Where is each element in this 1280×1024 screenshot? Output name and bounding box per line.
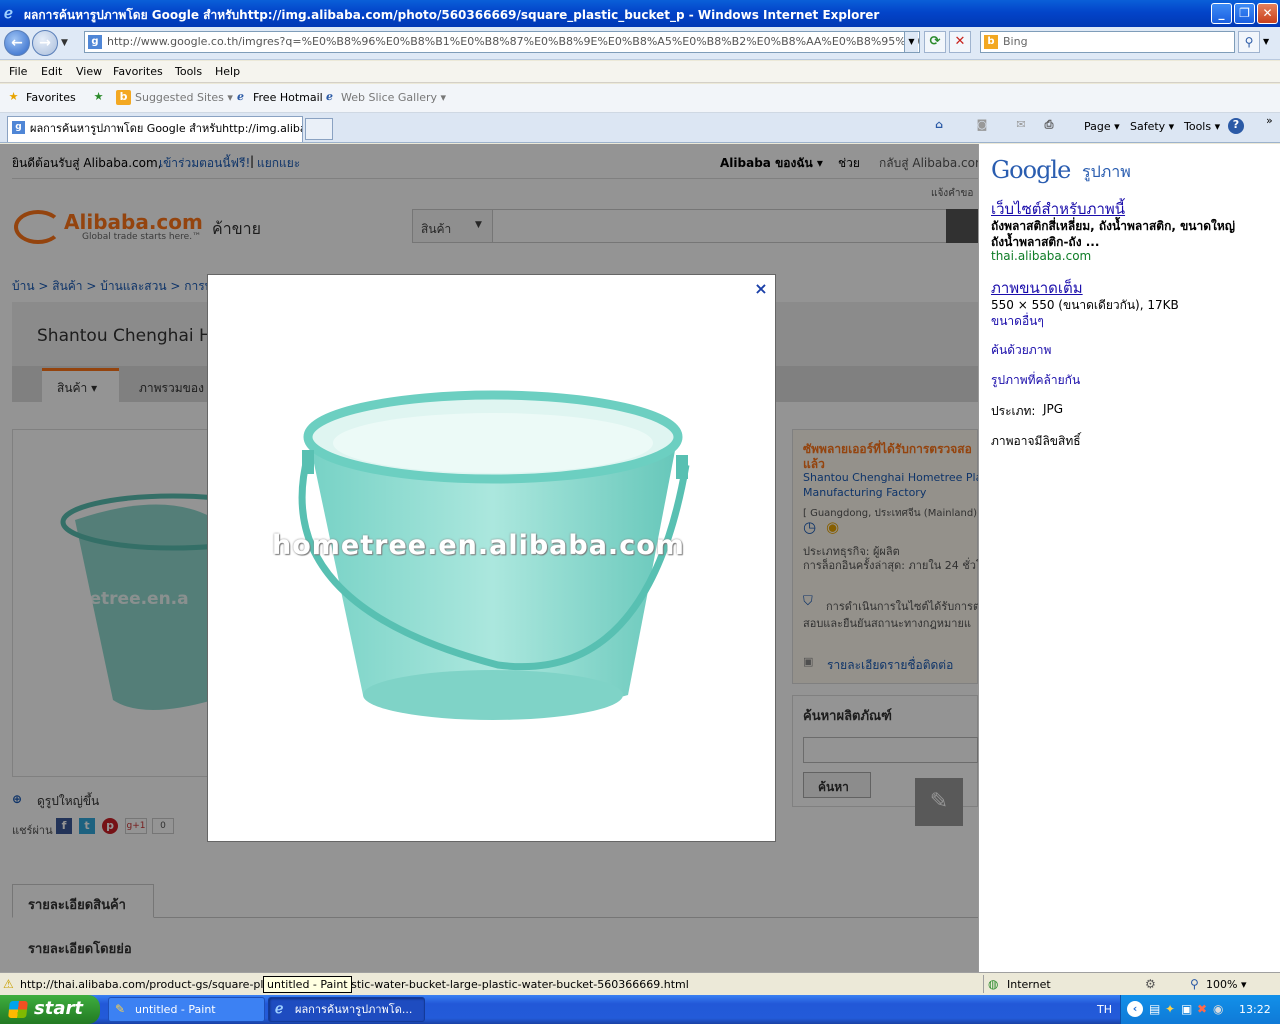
menu-help[interactable]: Help <box>215 65 240 78</box>
windows-flag-icon <box>8 1001 28 1018</box>
security-alert-icon[interactable]: ✖ <box>1197 1002 1207 1016</box>
google-image-details-panel: Google รูปภาพ เว็บไซต์สำหรับภาพนี้ ถังพล… <box>978 144 1280 972</box>
messenger-icon[interactable]: ◉ <box>1213 1002 1223 1016</box>
window-title: ผลการค้นหารูปภาพโดย Google สำหรับhttp://… <box>24 8 880 22</box>
status-url: http://thai.alibaba.com/product-gs/squar… <box>20 978 689 991</box>
favorites-button[interactable]: Favorites <box>26 91 76 104</box>
similar-images-link[interactable]: รูปภาพที่คล้ายกัน <box>991 371 1080 390</box>
recent-pages-dropdown-icon[interactable]: ▼ <box>61 38 68 48</box>
ie-logo-icon: ℯ <box>4 4 13 22</box>
input-language[interactable]: TH <box>1097 1003 1112 1016</box>
internet-zone-icon: ◍ <box>988 977 999 991</box>
feeds-icon[interactable]: ◙ <box>974 118 990 134</box>
status-bar: ⚠ http://thai.alibaba.com/product-gs/squ… <box>0 972 1280 995</box>
home-icon[interactable]: ⌂ <box>931 118 947 134</box>
back-button[interactable]: ← <box>4 30 30 56</box>
lightbox-watermark: hometree.en.alibaba.com <box>272 530 685 561</box>
bing-icon: b <box>984 35 998 49</box>
menu-bar: File Edit View Favorites Tools Help <box>0 61 1280 83</box>
print-icon[interactable]: ⎙ <box>1041 118 1057 134</box>
forward-button[interactable]: → <box>32 30 58 56</box>
favorites-bar: ★ Favorites ★ b Suggested Sites ▾ ℯ Free… <box>0 84 1280 113</box>
tab-google-images[interactable]: ผลการค้นหารูปภาพโดย Google สำหรับhttp://… <box>7 116 303 142</box>
menu-view[interactable]: View <box>76 65 102 78</box>
search-options-dropdown-icon[interactable]: ▼ <box>1263 37 1269 46</box>
page-menu[interactable]: Page ▾ <box>1084 120 1120 133</box>
image-lightbox: × hometree.en.alibaba.com <box>207 274 776 842</box>
status-divider <box>983 975 984 993</box>
system-tray: ‹ ▤ ✦ ▣ ✖ ◉ 13:22 <box>1120 995 1280 1024</box>
taskbar-internet-explorer[interactable]: ผลการค้นหารูปภาพโด... <box>268 997 425 1022</box>
taskbar-tooltip: untitled - Paint <box>263 976 352 993</box>
warning-icon: ⚠ <box>3 977 14 991</box>
site-domain: thai.alibaba.com <box>991 249 1092 263</box>
zoom-level[interactable]: 100% ▾ <box>1206 978 1246 991</box>
add-favorites-icon[interactable]: ★ <box>91 90 106 105</box>
search-go-button[interactable]: ⚲ <box>1238 31 1260 53</box>
tray-expand-icon[interactable]: ‹ <box>1127 1001 1143 1017</box>
maximize-button[interactable]: ❐ <box>1234 3 1255 24</box>
copyright-notice: ภาพอาจมีลิขสิทธิ์ <box>991 434 1081 448</box>
search-by-image-link[interactable]: ค้นด้วยภาพ <box>991 341 1051 360</box>
title-bar: ℯ ผลการค้นหารูปภาพโดย Google สำหรับhttp:… <box>0 0 1280 27</box>
other-sizes-link[interactable]: ขนาดอื่นๆ <box>991 312 1044 331</box>
ie-taskbar-icon: ℯ <box>275 1001 284 1017</box>
google-favicon-icon: g <box>88 35 102 49</box>
monitor-icon[interactable]: ▣ <box>1181 1002 1192 1016</box>
tab-favicon-icon: g <box>12 121 25 134</box>
url-input[interactable]: http://www.google.co.th/imgres?q=%E0%B8%… <box>84 31 920 53</box>
antivirus-icon[interactable]: ✦ <box>1165 1002 1175 1016</box>
menu-tools[interactable]: Tools <box>175 65 202 78</box>
type-label: ประเภท: <box>991 404 1036 418</box>
web-slice-icon: ℯ <box>326 90 333 103</box>
menu-file[interactable]: File <box>9 65 27 78</box>
stop-button[interactable]: ✕ <box>949 31 971 53</box>
safety-menu[interactable]: Safety ▾ <box>1130 120 1174 133</box>
menu-edit[interactable]: Edit <box>41 65 62 78</box>
taskbar: start untitled - Paint ✎ ผลการค้นหารูปภา… <box>0 995 1280 1024</box>
close-window-button[interactable]: ✕ <box>1257 3 1278 24</box>
more-commands-icon[interactable]: » <box>1266 114 1273 127</box>
security-zone: Internet <box>1007 978 1051 991</box>
google-images-label: รูปภาพ <box>1082 162 1131 181</box>
suggested-sites-icon: b <box>116 90 131 105</box>
address-bar: ← → ▼ http://www.google.co.th/imgres?q=%… <box>0 27 1280 60</box>
tools-menu[interactable]: Tools ▾ <box>1184 120 1220 133</box>
suggested-sites-link[interactable]: Suggested Sites ▾ <box>135 91 233 104</box>
refresh-button[interactable]: ⟳ <box>924 31 946 53</box>
minimize-button[interactable]: _ <box>1211 3 1232 24</box>
menu-favorites[interactable]: Favorites <box>113 65 163 78</box>
type-value: JPG <box>1043 402 1064 416</box>
protected-mode-icon[interactable]: ⚙ <box>1145 977 1156 991</box>
search-input[interactable]: Bing <box>980 31 1235 53</box>
taskbar-paint[interactable]: untitled - Paint <box>108 997 265 1022</box>
hotmail-icon: ℯ <box>237 90 244 103</box>
help-icon[interactable]: ? <box>1228 118 1244 134</box>
paint-icon: ✎ <box>115 1002 126 1016</box>
mail-icon[interactable]: ✉ <box>1013 118 1029 134</box>
zoom-level-icon: ⚲ <box>1190 977 1199 991</box>
clock[interactable]: 13:22 <box>1239 1003 1271 1016</box>
free-hotmail-link[interactable]: Free Hotmail <box>253 91 323 104</box>
favorites-star-icon: ★ <box>8 90 19 103</box>
new-tab-button[interactable] <box>305 118 333 140</box>
page-viewport: ยินดีต้อนรับสู่ Alibaba.com, เข้าร่วมตอน… <box>0 144 1280 972</box>
web-slice-gallery-link[interactable]: Web Slice Gallery ▾ <box>341 91 446 104</box>
google-logo[interactable]: Google <box>991 156 1071 184</box>
network-icon[interactable]: ▤ <box>1149 1002 1160 1016</box>
url-dropdown-icon[interactable]: ▼ <box>904 32 918 52</box>
